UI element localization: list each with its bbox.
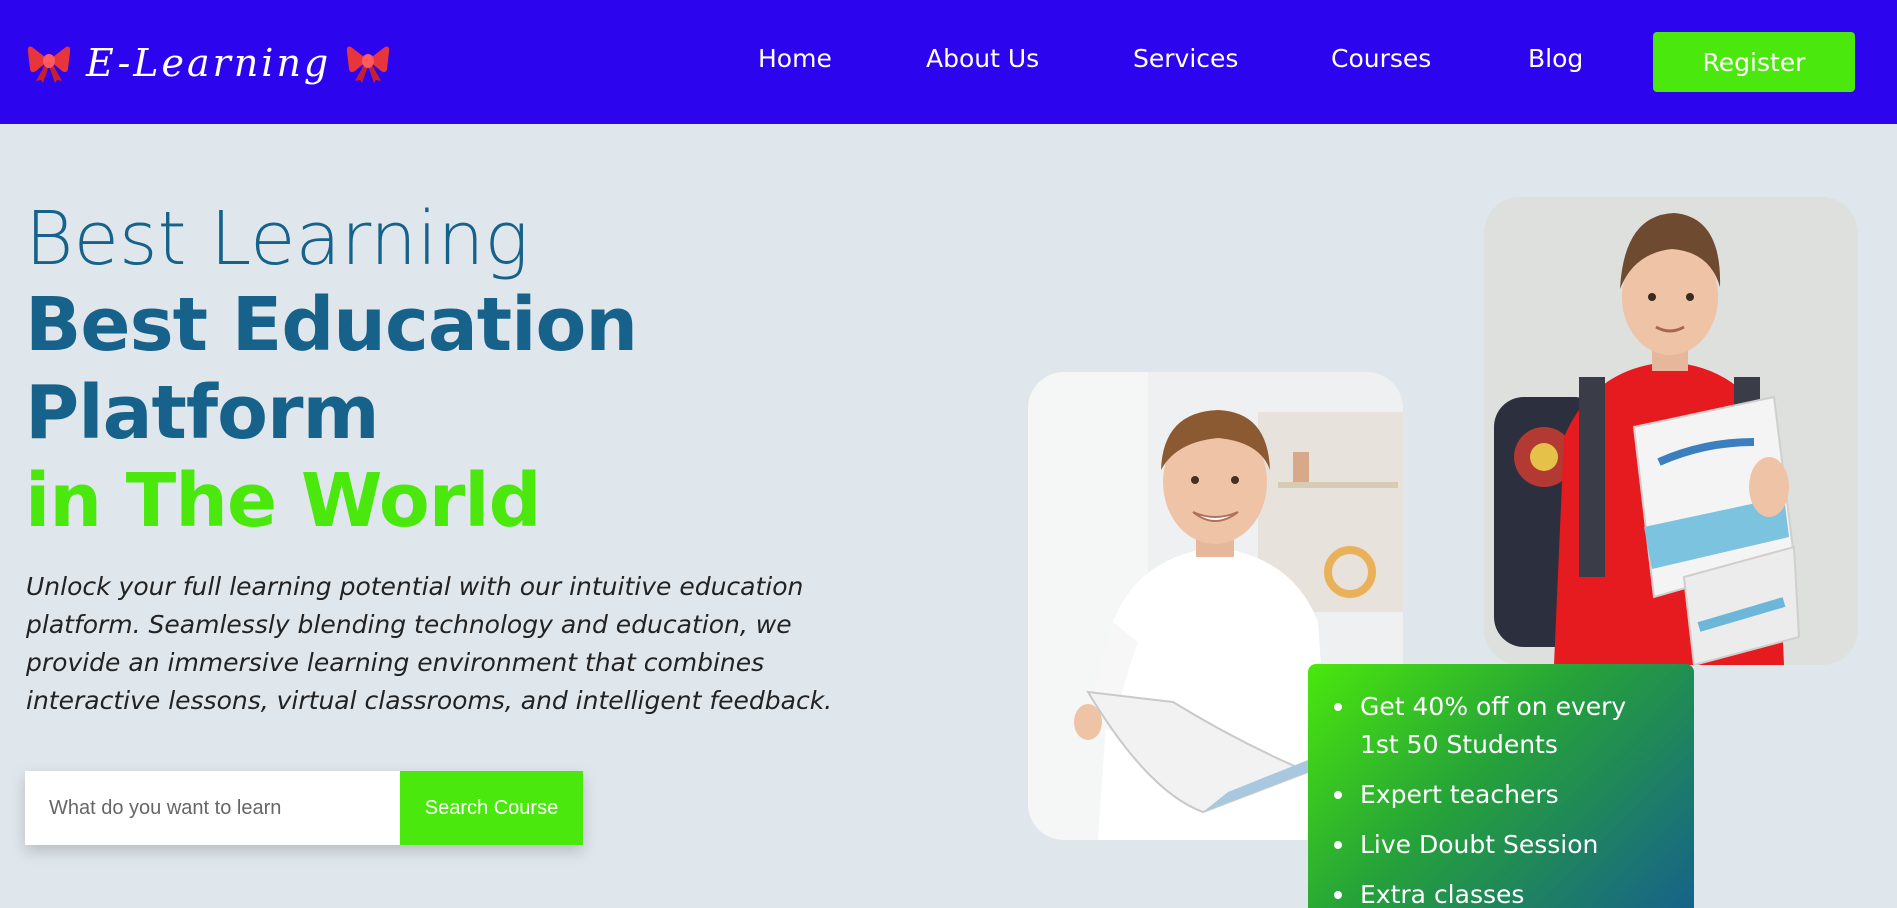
feature-item: Live Doubt Session <box>1332 826 1674 864</box>
feature-item: Expert teachers <box>1332 776 1674 814</box>
course-search: Search Course <box>25 771 583 845</box>
student-backpack-photo <box>1484 197 1858 665</box>
features-card: Get 40% off on every 1st 50 Students Exp… <box>1308 664 1694 908</box>
nav-about-us[interactable]: About Us <box>926 44 1039 73</box>
nav-blog[interactable]: Blog <box>1528 44 1583 73</box>
features-list: Get 40% off on every 1st 50 Students Exp… <box>1332 688 1674 908</box>
ribbon-bow-icon <box>27 46 71 83</box>
hero-description: Unlock your full learning potential with… <box>26 572 833 715</box>
nav-services[interactable]: Services <box>1133 44 1238 73</box>
logo-text: E-Learning <box>86 41 332 85</box>
site-header: E-Learning Home About Us Services Course… <box>0 0 1897 124</box>
hero-title-line-2: Best Education <box>25 282 638 368</box>
hero-title-line-4: in The World <box>25 458 542 544</box>
nav-home[interactable]: Home <box>758 44 832 73</box>
nav-courses[interactable]: Courses <box>1331 44 1431 73</box>
ribbon-bow-icon <box>347 46 390 83</box>
register-button[interactable]: Register <box>1653 32 1855 92</box>
feature-item: Extra classes <box>1332 876 1674 908</box>
hero-title-line-3: Platform <box>25 370 380 456</box>
logo[interactable]: E-Learning <box>26 36 391 90</box>
feature-item: Get 40% off on every 1st 50 Students <box>1332 688 1632 764</box>
search-course-button[interactable]: Search Course <box>400 771 583 845</box>
hero-title-line-1: Best Learning <box>25 196 529 282</box>
search-input[interactable] <box>25 771 400 845</box>
